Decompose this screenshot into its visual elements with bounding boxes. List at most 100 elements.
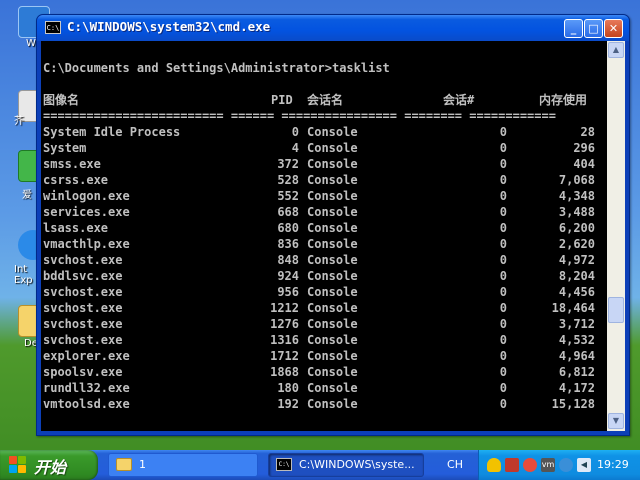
process-memory: 2,620	[558, 237, 595, 251]
scroll-up-button[interactable]: ▲	[608, 42, 624, 58]
process-pid: 180	[277, 381, 299, 395]
process-session-name: Console	[307, 237, 358, 251]
process-image-name: services.exe	[43, 205, 130, 219]
process-memory: 6,200	[558, 221, 595, 235]
process-pid: 680	[277, 221, 299, 235]
scroll-down-button[interactable]: ▼	[608, 413, 624, 429]
process-memory: 3,488	[558, 205, 595, 219]
process-session-number: 0	[499, 285, 507, 299]
minimize-button[interactable]: _	[564, 19, 583, 38]
process-memory: 4,456	[558, 285, 595, 299]
header-pid: PID	[271, 93, 293, 107]
process-session-name: Console	[307, 269, 358, 283]
process-image-name: csrss.exe	[43, 173, 109, 187]
language-indicator[interactable]: CH	[440, 453, 470, 477]
desktop-icon-label: Int Exp	[14, 264, 33, 286]
process-memory: 8,204	[558, 269, 595, 283]
windows-logo-icon	[9, 456, 27, 474]
desktop-icon-label: 爱	[22, 190, 32, 201]
arrow-up-icon: ▲	[612, 45, 620, 54]
process-session-name: Console	[307, 317, 358, 331]
process-memory: 4,348	[558, 189, 595, 203]
window-title: C:\WINDOWS\system32\cmd.exe	[67, 19, 271, 34]
process-pid: 1316	[270, 333, 299, 347]
taskbar-button-folder[interactable]: 1	[108, 453, 258, 477]
process-image-name: bddlsvc.exe	[43, 269, 123, 283]
vmware-tools-icon[interactable]: vm	[541, 458, 555, 472]
header-image-name: 图像名	[43, 93, 80, 107]
cmd-icon: C:\	[276, 458, 292, 471]
process-pid: 924	[277, 269, 299, 283]
process-session-number: 0	[499, 189, 507, 203]
clock[interactable]: 19:29	[597, 450, 629, 480]
taskbar-button-cmd[interactable]: C:\ C:\WINDOWS\syste...	[268, 453, 424, 477]
process-session-number: 0	[499, 205, 507, 219]
title-bar[interactable]: C:\ C:\WINDOWS\system32\cmd.exe _ □ ✕	[37, 15, 629, 41]
process-session-number: 0	[499, 317, 507, 331]
taskbar-button-label: 1	[139, 458, 146, 471]
process-session-name: Console	[307, 285, 358, 299]
process-session-name: Console	[307, 125, 358, 139]
process-memory: 6,812	[558, 365, 595, 379]
taskbar: 开始 1 C:\ C:\WINDOWS\syste... CH vm ◀ 19:…	[0, 450, 640, 480]
process-memory: 4,532	[558, 333, 595, 347]
process-image-name: System	[43, 141, 87, 155]
cmd-icon[interactable]: C:\	[45, 21, 61, 34]
process-pid: 956	[277, 285, 299, 299]
close-button[interactable]: ✕	[604, 19, 623, 38]
process-pid: 668	[277, 205, 299, 219]
console-output[interactable]: C:\Documents and Settings\Administrator>…	[41, 41, 607, 431]
minimize-icon: _	[570, 22, 577, 35]
process-session-number: 0	[499, 301, 507, 315]
process-memory: 18,464	[551, 301, 595, 315]
process-memory: 404	[573, 157, 595, 171]
process-session-name: Console	[307, 381, 358, 395]
process-pid: 192	[277, 397, 299, 411]
process-image-name: svchost.exe	[43, 317, 123, 331]
scroll-thumb[interactable]	[608, 297, 624, 323]
antivirus-icon[interactable]	[523, 458, 537, 472]
process-pid: 528	[277, 173, 299, 187]
process-image-name: System Idle Process	[43, 125, 181, 139]
network-icon[interactable]	[505, 458, 519, 472]
process-session-name: Console	[307, 189, 358, 203]
process-memory: 28	[580, 125, 595, 139]
process-image-name: spoolsv.exe	[43, 365, 123, 379]
process-session-number: 0	[499, 349, 507, 363]
process-session-name: Console	[307, 157, 358, 171]
process-session-name: Console	[307, 205, 358, 219]
process-pid: 552	[277, 189, 299, 203]
maximize-button[interactable]: □	[584, 19, 603, 38]
process-session-name: Console	[307, 301, 358, 315]
process-session-number: 0	[499, 397, 507, 411]
process-session-name: Console	[307, 141, 358, 155]
process-image-name: svchost.exe	[43, 301, 123, 315]
process-session-number: 0	[499, 125, 507, 139]
process-session-number: 0	[499, 333, 507, 347]
process-pid: 1712	[270, 349, 299, 363]
process-image-name: vmacthlp.exe	[43, 237, 130, 251]
volume-icon[interactable]: ◀	[577, 458, 591, 472]
process-session-number: 0	[499, 173, 507, 187]
process-pid: 836	[277, 237, 299, 251]
process-image-name: svchost.exe	[43, 253, 123, 267]
process-session-name: Console	[307, 333, 358, 347]
close-icon: ✕	[608, 22, 619, 35]
cmd-window[interactable]: C:\ C:\WINDOWS\system32\cmd.exe _ □ ✕ C:…	[36, 14, 630, 436]
vertical-scrollbar[interactable]: ▲ ▼	[607, 41, 625, 431]
window-client: C:\Documents and Settings\Administrator>…	[41, 41, 625, 431]
process-memory: 3,712	[558, 317, 595, 331]
process-memory: 15,128	[551, 397, 595, 411]
process-pid: 1276	[270, 317, 299, 331]
process-session-number: 0	[499, 237, 507, 251]
process-session-name: Console	[307, 221, 358, 235]
process-image-name: smss.exe	[43, 157, 101, 171]
process-image-name: svchost.exe	[43, 333, 123, 347]
process-session-name: Console	[307, 253, 358, 267]
update-icon[interactable]	[559, 458, 573, 472]
process-image-name: vmtoolsd.exe	[43, 397, 130, 411]
process-memory: 4,972	[558, 253, 595, 267]
process-session-number: 0	[499, 157, 507, 171]
security-shield-icon[interactable]	[487, 458, 501, 472]
start-button[interactable]: 开始	[0, 450, 98, 480]
